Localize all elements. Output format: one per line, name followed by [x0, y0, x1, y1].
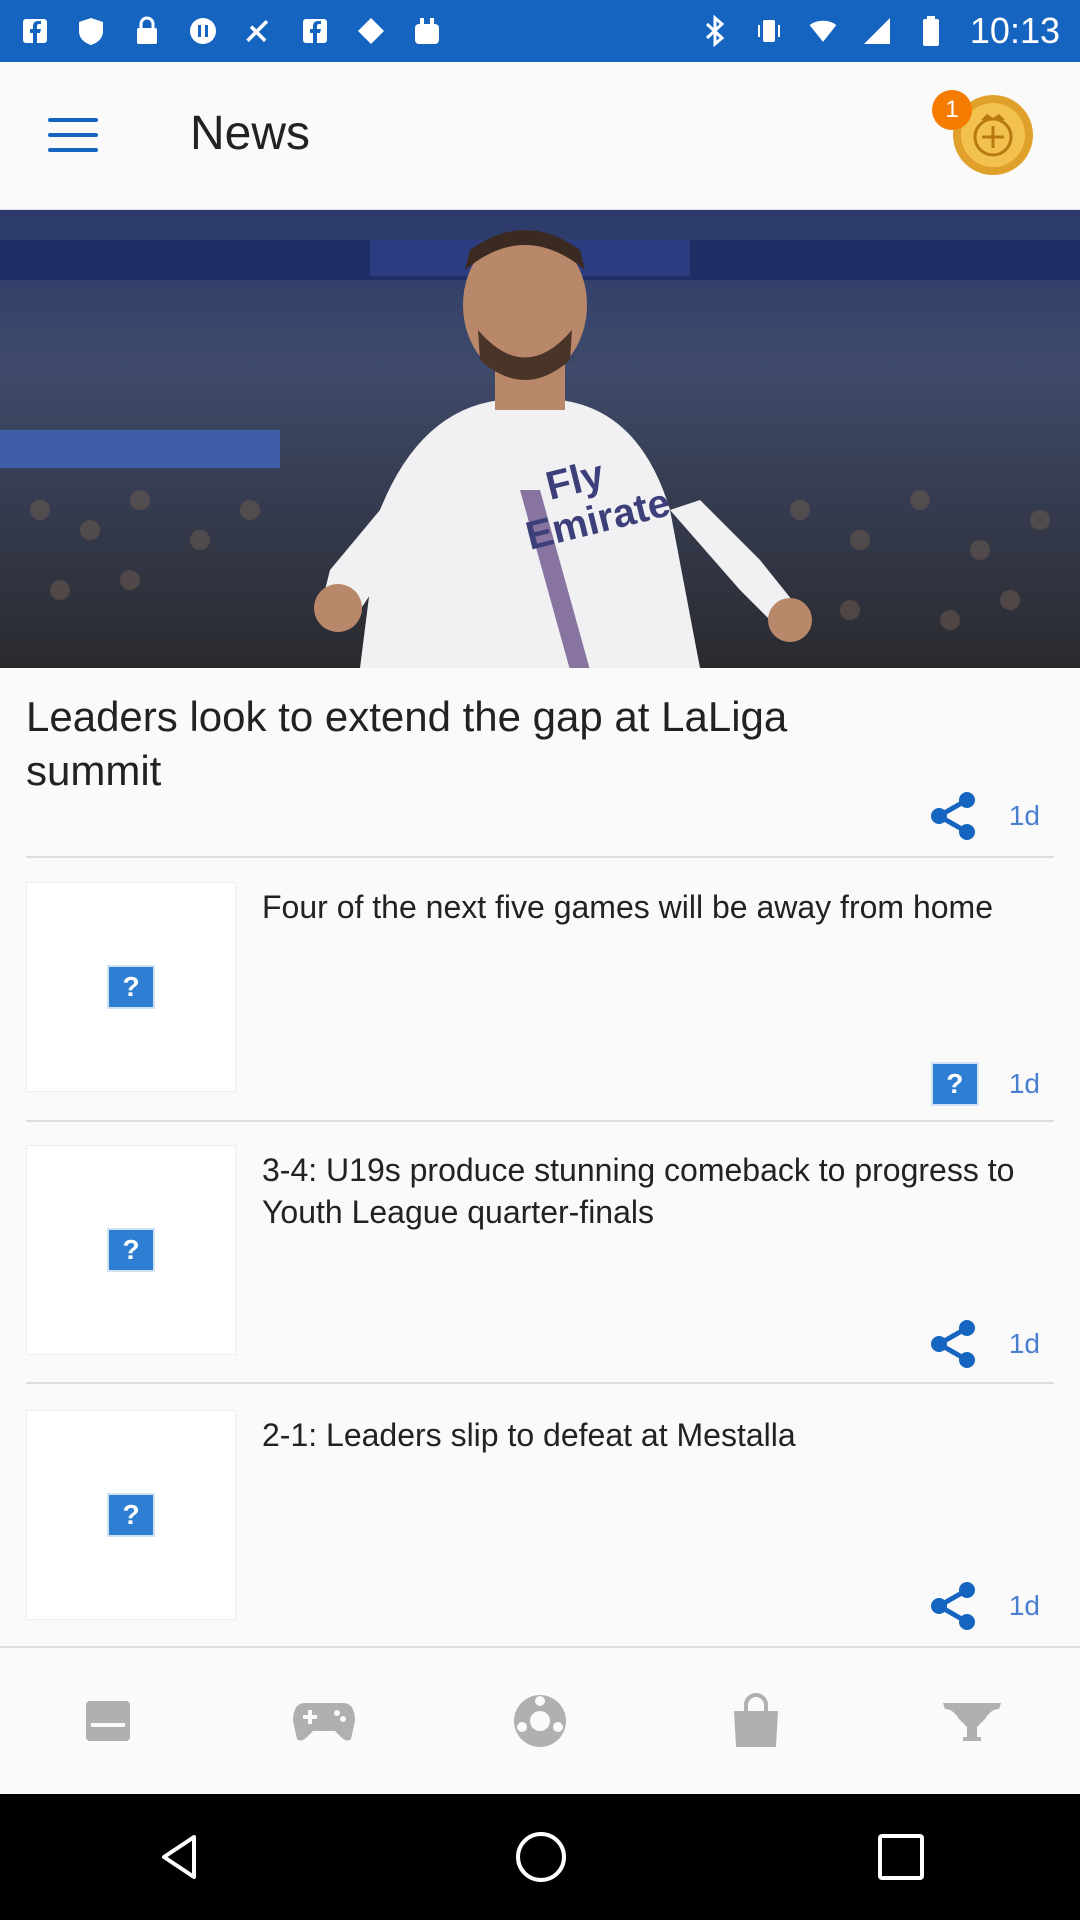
story-age: 1d	[1008, 1590, 1040, 1621]
home-icon[interactable]	[514, 1830, 568, 1884]
news-item-meta: ? 1d	[930, 1062, 1040, 1106]
signal-icon	[862, 16, 892, 46]
broken-image-icon[interactable]: ?	[930, 1062, 979, 1106]
facebook-icon	[300, 16, 330, 46]
recents-icon[interactable]	[876, 1832, 926, 1882]
bag-icon	[412, 16, 442, 46]
news-item-title[interactable]: 3-4: U19s produce stunning comeback to p…	[262, 1149, 1032, 1233]
news-tab-icon[interactable]	[73, 1686, 143, 1756]
broken-image-icon: ?	[107, 1228, 155, 1272]
lead-story-meta: 1d	[927, 790, 1040, 842]
games-tab-icon[interactable]	[289, 1686, 359, 1756]
notification-badge: 1	[932, 90, 972, 130]
pause-circle-icon	[188, 16, 218, 46]
divider	[26, 856, 1054, 858]
trophies-tab-icon[interactable]	[937, 1686, 1007, 1756]
status-bar: 10:13	[0, 0, 1080, 62]
broken-image-icon: ?	[107, 965, 155, 1009]
shop-tab-icon[interactable]	[721, 1686, 791, 1756]
system-navigation-bar	[0, 1794, 1080, 1920]
list-item[interactable]: ? 2-1: Leaders slip to defeat at Mestall…	[0, 1410, 1080, 1672]
lead-story-title[interactable]: Leaders look to extend the gap at LaLiga…	[26, 690, 906, 798]
list-item[interactable]: ? 3-4: U19s produce stunning comeback to…	[0, 1145, 1080, 1407]
share-icon[interactable]	[927, 1580, 979, 1632]
story-age: 1d	[1008, 1328, 1040, 1359]
share-icon[interactable]	[927, 790, 979, 842]
share-icon[interactable]	[927, 1318, 979, 1370]
story-age: 1d	[1008, 1068, 1040, 1099]
shield-icon	[76, 16, 106, 46]
fake-gps-icon	[244, 16, 274, 46]
news-item-title[interactable]: 2-1: Leaders slip to defeat at Mestalla	[262, 1414, 1032, 1456]
news-item-meta: 1d	[927, 1580, 1040, 1632]
matches-tab-icon[interactable]	[505, 1686, 575, 1756]
divider	[26, 1382, 1054, 1384]
app-bar: News 1	[0, 62, 1080, 210]
vibrate-icon	[754, 16, 784, 46]
map-pin-icon	[356, 16, 386, 46]
news-item-meta: 1d	[927, 1318, 1040, 1370]
page-title: News	[190, 107, 311, 160]
bluetooth-icon	[700, 15, 730, 47]
story-age: 1d	[1008, 800, 1040, 831]
news-thumbnail: ?	[26, 1145, 236, 1355]
wifi-icon	[808, 16, 838, 46]
lock-icon	[132, 16, 162, 46]
status-time: 10:13	[969, 10, 1060, 51]
broken-image-icon: ?	[107, 1493, 155, 1537]
news-item-title[interactable]: Four of the next five games will be away…	[262, 886, 1032, 928]
menu-icon[interactable]	[48, 118, 98, 154]
news-thumbnail: ?	[26, 1410, 236, 1620]
list-item[interactable]: ? Four of the next five games will be aw…	[0, 882, 1080, 1144]
battery-icon	[916, 16, 946, 46]
news-thumbnail: ?	[26, 882, 236, 1092]
facebook-icon	[20, 16, 50, 46]
divider	[26, 1120, 1054, 1122]
bottom-navigation	[0, 1646, 1080, 1794]
lead-story-image[interactable]: Fly Emirate	[0, 210, 1080, 668]
back-icon[interactable]	[154, 1831, 206, 1883]
